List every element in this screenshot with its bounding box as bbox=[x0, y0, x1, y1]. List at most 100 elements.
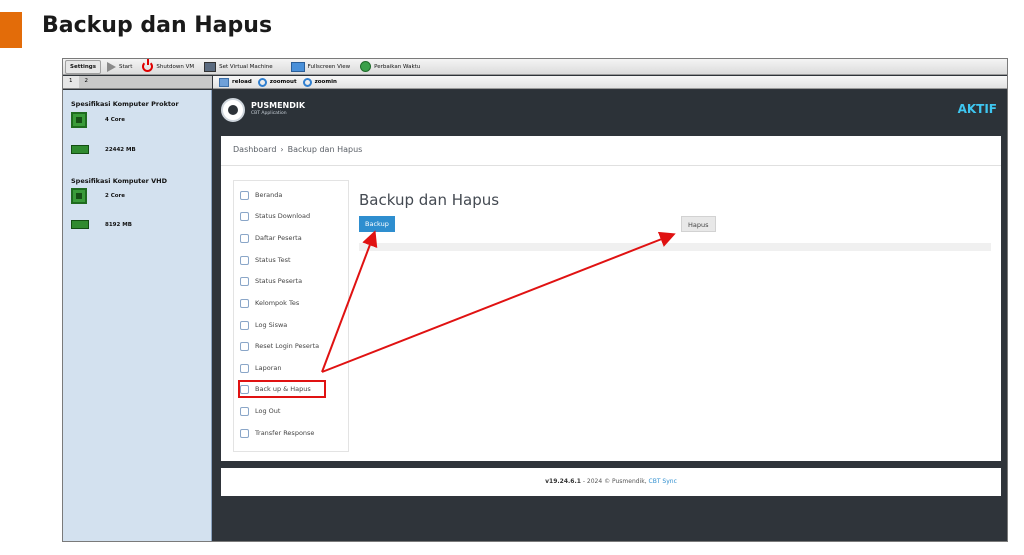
sidebar-item-label: Log Siswa bbox=[255, 321, 288, 329]
footer-copyright: - 2024 © Pusmendik, bbox=[580, 478, 649, 485]
gear-icon bbox=[240, 384, 249, 394]
sidebar-item-label: Back up & Hapus bbox=[255, 385, 311, 393]
app-footer: v19.24.6.1 - 2024 © Pusmendik, CBT Sync bbox=[221, 468, 1001, 496]
breadcrumb-separator: › bbox=[280, 145, 284, 154]
sidebar-item-label: Status Peserta bbox=[255, 277, 303, 285]
sidebar-item-label: Log Out bbox=[255, 407, 281, 415]
proktor-cpu-value: 4 Core bbox=[105, 117, 125, 123]
fix-time-label: Perbaikan Waktu bbox=[374, 63, 421, 70]
zoom-in-icon bbox=[302, 77, 312, 87]
cpu-chip-icon bbox=[71, 112, 87, 128]
user-icon bbox=[240, 276, 249, 286]
status-badge: AKTIF bbox=[957, 102, 997, 116]
settings-label: Settings bbox=[70, 63, 96, 70]
home-icon bbox=[240, 190, 249, 200]
sidebar-item-kelompok-tes[interactable]: Kelompok Tes bbox=[240, 294, 344, 312]
logo-subtitle: CBT Application bbox=[251, 111, 287, 116]
slide: Backup dan Hapus Settings Start Shutdown… bbox=[0, 0, 1024, 555]
reload-label: reload bbox=[232, 79, 252, 85]
fullscreen-view-button[interactable]: Fullscreen View bbox=[287, 60, 355, 74]
footer-link[interactable]: CBT Sync bbox=[649, 478, 677, 485]
shutdown-label: Shutdown VM bbox=[156, 63, 195, 70]
proktor-cpu-row: 4 Core bbox=[71, 112, 125, 128]
breadcrumb-home[interactable]: Dashboard bbox=[233, 145, 276, 154]
set-virtual-machine-button[interactable]: Set Virtual Machine bbox=[200, 60, 277, 74]
pusmendik-logo-icon bbox=[221, 98, 245, 122]
sidebar-item-log-out[interactable]: Log Out bbox=[240, 402, 344, 420]
sidebar-item-label: Reset Login Peserta bbox=[255, 342, 320, 350]
sidebar-item-label: Status Test bbox=[255, 256, 291, 264]
sidebar-item-transfer-response[interactable]: Transfer Response bbox=[240, 424, 344, 442]
printer-icon bbox=[240, 363, 249, 373]
proktor-spec-title: Spesifikasi Komputer Proktor bbox=[71, 100, 179, 108]
vm-toolbar: Settings Start Shutdown VM Set Virtual M… bbox=[63, 59, 1007, 75]
zoom-out-icon bbox=[257, 77, 267, 87]
vhd-spec-title: Spesifikasi Komputer VHD bbox=[71, 177, 168, 185]
sidebar-item-laporan[interactable]: Laporan bbox=[240, 359, 344, 377]
clock-icon bbox=[360, 61, 372, 72]
vhd-cpu-row: 2 Core bbox=[71, 188, 125, 204]
side-tabs: 1 2 bbox=[63, 76, 212, 89]
vhd-ram-row: 8192 MB bbox=[71, 220, 132, 229]
app-header: PUSMENDIK CBT Application AKTIF bbox=[213, 90, 1007, 130]
clipboard-icon bbox=[240, 233, 249, 243]
zoomout-button[interactable]: zoomout bbox=[257, 77, 297, 87]
side-tab-2[interactable]: 2 bbox=[79, 76, 95, 88]
fix-time-button[interactable]: Perbaikan Waktu bbox=[356, 60, 424, 74]
zoomin-label: zoomin bbox=[314, 79, 337, 85]
sidebar-item-status-download[interactable]: Status Download bbox=[240, 207, 344, 225]
sidebar-item-log-siswa[interactable]: Log Siswa bbox=[240, 316, 344, 334]
settings-button[interactable]: Settings bbox=[65, 59, 101, 74]
sidebar-item-beranda[interactable]: Beranda bbox=[240, 186, 344, 204]
backup-button[interactable]: Backup bbox=[359, 216, 395, 232]
power-icon bbox=[142, 59, 154, 72]
spec-panel: Spesifikasi Komputer Proktor 4 Core 2244… bbox=[63, 90, 212, 541]
content-card: Dashboard › Backup dan Hapus Beranda Statu… bbox=[221, 136, 1001, 461]
page-title: Backup dan Hapus bbox=[359, 191, 500, 209]
start-label: Start bbox=[118, 63, 133, 70]
logout-icon bbox=[240, 406, 249, 416]
browser-toolbar: reload zoomout zoomin bbox=[213, 76, 1007, 89]
sidebar-item-label: Kelompok Tes bbox=[255, 299, 300, 307]
hapus-button[interactable]: Hapus bbox=[681, 216, 716, 232]
sidebar-item-label: Beranda bbox=[255, 191, 283, 199]
refresh-icon bbox=[240, 341, 249, 351]
footer-version: v19.24.6.1 bbox=[545, 478, 581, 485]
fullscreen-label: Fullscreen View bbox=[307, 63, 351, 70]
vhd-cpu-value: 2 Core bbox=[105, 193, 125, 199]
screenshot-frame: Settings Start Shutdown VM Set Virtual M… bbox=[62, 58, 1008, 542]
reload-button[interactable]: reload bbox=[219, 77, 252, 87]
ram-icon bbox=[71, 220, 89, 229]
breadcrumb: Dashboard › Backup dan Hapus bbox=[221, 136, 1001, 166]
cpu-chip-icon bbox=[71, 188, 87, 204]
signal-icon bbox=[240, 428, 249, 438]
start-button[interactable]: Start bbox=[103, 60, 136, 74]
sidebar-item-status-peserta[interactable]: Status Peserta bbox=[240, 272, 344, 290]
edit-icon bbox=[240, 255, 249, 265]
fullscreen-icon bbox=[290, 61, 305, 72]
ram-icon bbox=[71, 145, 89, 154]
proktor-ram-value: 22442 MB bbox=[105, 146, 136, 153]
sidebar-item-label: Daftar Peserta bbox=[255, 234, 302, 242]
set-vm-label: Set Virtual Machine bbox=[219, 63, 273, 70]
title-accent-bar bbox=[0, 12, 22, 48]
sidebar-item-daftar-peserta[interactable]: Daftar Peserta bbox=[240, 229, 344, 247]
zoomin-button[interactable]: zoomin bbox=[302, 77, 337, 87]
play-icon bbox=[106, 61, 116, 72]
reload-icon bbox=[219, 77, 229, 87]
sidebar-item-label: Laporan bbox=[255, 364, 282, 372]
sidebar-item-reset-login-peserta[interactable]: Reset Login Peserta bbox=[240, 337, 344, 355]
logo-name: PUSMENDIK bbox=[251, 101, 306, 110]
sidebar-item-label: Transfer Response bbox=[255, 429, 315, 437]
virtual-machine-icon bbox=[204, 61, 217, 72]
cbt-app: PUSMENDIK CBT Application AKTIF Dashboar… bbox=[213, 90, 1007, 541]
cloud-download-icon bbox=[240, 211, 249, 221]
shutdown-vm-button[interactable]: Shutdown VM bbox=[138, 59, 198, 74]
sidebar-item-backup-hapus[interactable]: Back up & Hapus bbox=[238, 380, 326, 398]
sidebar-item-status-test[interactable]: Status Test bbox=[240, 251, 344, 269]
side-tab-1[interactable]: 1 bbox=[63, 76, 79, 88]
user-group-icon bbox=[240, 298, 249, 308]
sidebar-nav: Beranda Status Download Daftar Peserta S… bbox=[233, 180, 349, 452]
slide-title: Backup dan Hapus bbox=[42, 13, 273, 38]
breadcrumb-current: Backup dan Hapus bbox=[287, 145, 363, 154]
